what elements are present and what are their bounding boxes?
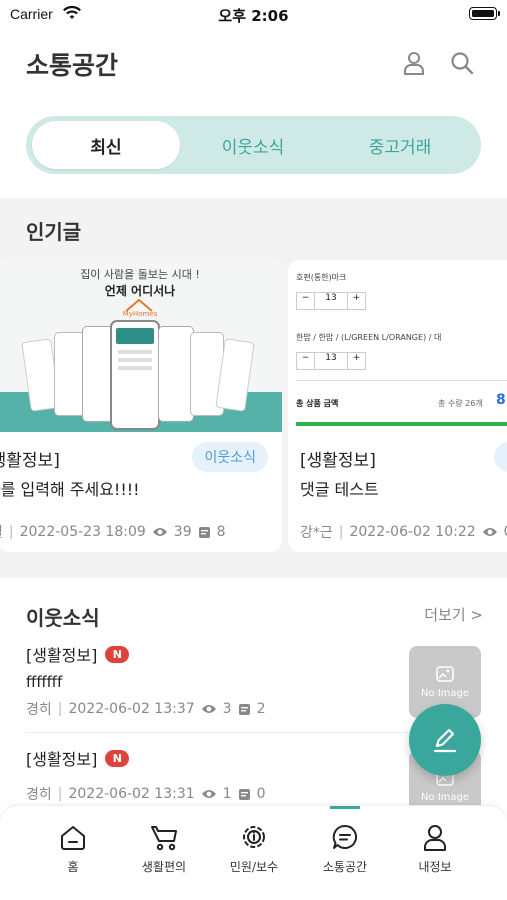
post-category: [생활정보] xyxy=(26,750,98,769)
banner-brand: MyHomes xyxy=(122,310,158,318)
no-image-label: No Image xyxy=(420,791,470,803)
nav-label: 생활편의 xyxy=(141,860,187,874)
comment-icon xyxy=(238,703,250,715)
count-label: 총 수량 26개 xyxy=(438,399,483,408)
post-author: 경히 xyxy=(26,787,52,803)
post-views: 3 xyxy=(222,701,232,717)
phone-mockup xyxy=(110,320,160,430)
bottom-nav: 홈 생활편의 민원/보수 소통공간 내정보 xyxy=(0,805,507,900)
user-icon[interactable] xyxy=(401,50,427,76)
card-tag xyxy=(494,442,507,472)
clock: 오후 2:06 xyxy=(218,7,289,25)
pencil-icon xyxy=(433,728,457,753)
no-image-label: No Image xyxy=(420,687,470,699)
post-author: 경히 xyxy=(26,702,52,718)
new-badge: N xyxy=(105,645,130,663)
banner-text: 집이 사람을 돌보는 시대 ! xyxy=(80,268,200,281)
card-author: 강*근 xyxy=(300,525,333,541)
card-category: [생활정보] xyxy=(300,451,376,471)
banner-heading: 언제 어디서나 xyxy=(104,284,176,298)
nav-civil-complaints[interactable]: 민원/보수 xyxy=(214,822,294,875)
nav-label: 민원/보수 xyxy=(229,860,279,874)
search-icon[interactable] xyxy=(449,50,475,76)
popular-card[interactable]: 집이 사람을 돌보는 시대 ! 언제 어디서나 MyHomes [생활정보] 이… xyxy=(0,260,282,552)
card-date: 2022-06-02 10:22 xyxy=(349,524,476,540)
card-title: 댓글 테스트 xyxy=(300,480,379,499)
status-bar: Carrier 오후 2:06 xyxy=(0,0,507,28)
nav-label: 내정보 xyxy=(418,860,452,874)
card-author: 길 xyxy=(0,522,3,542)
header: 소통공간 최신 이웃소식 중고거래 xyxy=(0,28,507,198)
card-thumbnail: 집이 사람을 돌보는 시대 ! 언제 어디서나 MyHomes xyxy=(0,260,282,432)
page-title: 소통공간 xyxy=(26,51,119,80)
tab-used-trade[interactable]: 중고거래 xyxy=(326,121,474,169)
post-date: 2022-06-02 13:31 xyxy=(68,786,195,802)
form-label: 호편(통한)마크 xyxy=(296,273,347,282)
price-value: 8 xyxy=(496,392,506,408)
nav-label: 소통공간 xyxy=(322,860,368,874)
post-date: 2022-06-02 13:37 xyxy=(68,701,195,717)
post-views: 1 xyxy=(222,786,232,802)
tab-neighbor-news[interactable]: 이웃소식 xyxy=(179,121,327,169)
quantity-stepper: − 13 + xyxy=(296,352,366,370)
card-meta: 강*근 | 2022-06-02 10:22 0 xyxy=(300,522,507,542)
popular-title: 인기글 xyxy=(26,220,82,244)
card-tag: 이웃소식 xyxy=(192,442,268,472)
gear-info-icon xyxy=(243,826,265,848)
image-placeholder-icon xyxy=(436,665,454,682)
nav-my-info[interactable]: 내정보 xyxy=(395,822,475,875)
active-tab-indicator xyxy=(330,806,360,809)
more-link[interactable]: 더보기 > xyxy=(424,604,483,625)
battery-icon xyxy=(469,7,500,20)
eye-icon xyxy=(152,528,167,536)
total-label: 총 상품 금액 xyxy=(296,399,339,408)
popular-card[interactable]: 호편(통한)마크 − 13 + 한밥 / 한밥 / (L/GREEN L/ORA… xyxy=(288,260,507,552)
progress-bar xyxy=(296,422,507,426)
card-date: 2022-05-23 18:09 xyxy=(19,524,146,540)
card-title: 자를 입력해 주세요!!!! xyxy=(0,480,140,499)
home-icon xyxy=(61,826,85,850)
card-comments: 8 xyxy=(216,524,226,540)
post-category: [생활정보] xyxy=(26,646,98,665)
popular-section: 인기글 집이 사람을 돌보는 시대 ! 언제 어디서나 MyHomes 활정보]… xyxy=(0,198,507,578)
comment-icon xyxy=(238,788,250,800)
profile-icon xyxy=(424,825,446,851)
card-views: 39 xyxy=(173,524,192,540)
card-meta: 길 | 2022-05-23 18:09 39 8 xyxy=(0,522,226,542)
card-category: [생활정보] xyxy=(0,451,60,471)
tab-latest[interactable]: 최신 xyxy=(32,121,180,169)
write-post-button[interactable] xyxy=(409,704,481,776)
form-label: 한밥 / 한밥 / (L/GREEN L/ORANGE) / 대 xyxy=(296,333,442,342)
neighbor-title: 이웃소식 xyxy=(26,606,100,630)
eye-icon xyxy=(201,790,216,798)
eye-icon xyxy=(482,528,497,536)
card-thumbnail: 호편(통한)마크 − 13 + 한밥 / 한밥 / (L/GREEN L/ORA… xyxy=(288,260,507,432)
nav-label: 홈 xyxy=(67,860,79,874)
comment-icon xyxy=(198,526,210,538)
card-views: 0 xyxy=(504,524,507,540)
cart-icon xyxy=(151,826,177,851)
eye-icon xyxy=(201,705,216,713)
nav-convenience[interactable]: 생활편의 xyxy=(124,822,204,875)
post-comments: 0 xyxy=(256,786,266,802)
neighbor-section: 이웃소식 더보기 > [생활정보] N fffffff 경히 | 2022-06… xyxy=(0,578,507,828)
nav-home[interactable]: 홈 xyxy=(33,822,113,875)
post-comments: 2 xyxy=(256,701,266,717)
new-badge: N xyxy=(105,749,130,767)
divider xyxy=(296,380,507,381)
segmented-tabs: 최신 이웃소식 중고거래 xyxy=(26,116,481,174)
phone-mockup xyxy=(158,326,194,422)
chat-icon xyxy=(332,824,357,849)
nav-community[interactable]: 소통공간 xyxy=(305,822,385,875)
quantity-stepper: − 13 + xyxy=(296,292,366,310)
